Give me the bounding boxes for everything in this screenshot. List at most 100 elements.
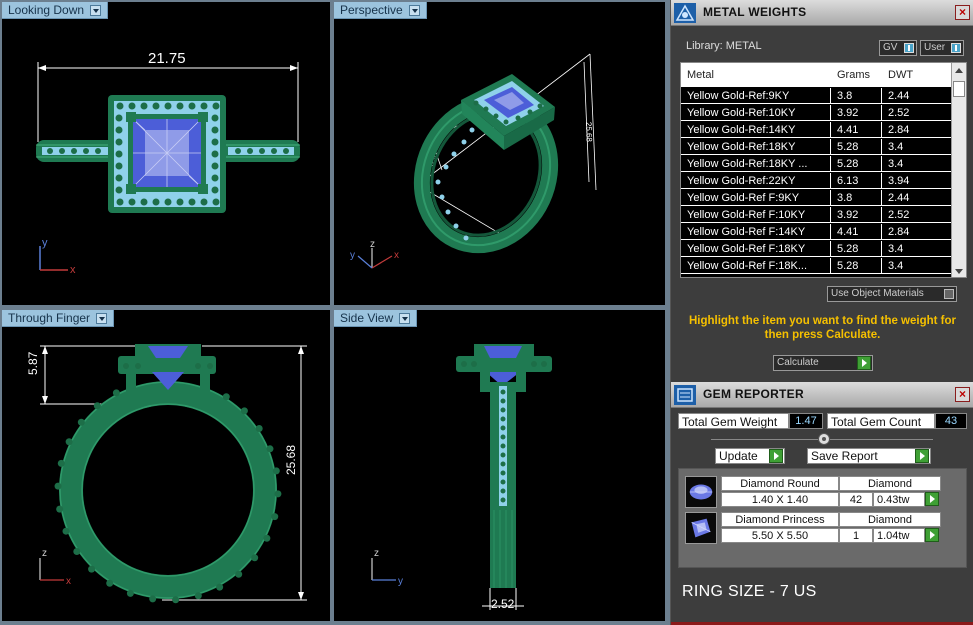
cell-grams: 5.28 [831,139,882,155]
gem-size: 5.50 X 5.50 [721,528,839,543]
gem-count: 1 [839,528,873,543]
scroll-up-icon[interactable] [955,68,963,73]
table-row[interactable]: Yellow Gold-Ref F:18KY 5.28 3.4 [681,241,952,258]
viewport-side-view[interactable]: 2.52 z y Side View [334,310,665,621]
front-axis-x-label: x [66,576,71,587]
column-header-dwt: DWT [888,69,914,81]
table-row[interactable]: Yellow Gold-Ref:14KY 4.41 2.84 [681,122,952,139]
viewport-tab-perspective[interactable]: Perspective [334,2,427,19]
table-row[interactable]: Yellow Gold-Ref:22KY 6.13 3.94 [681,173,952,190]
front-view-drawing: 5.87 25.68 z x [26,344,307,604]
cell-dwt: 2.44 [882,88,952,104]
cell-grams: 3.92 [831,105,882,121]
close-icon[interactable]: × [955,5,970,20]
cell-metal: Yellow Gold-Ref F:18K... [681,258,831,274]
panel-title: GEM REPORTER [703,387,804,401]
viewport-through-finger[interactable]: 5.87 25.68 z x Through Finger [2,310,330,621]
close-icon[interactable]: × [955,387,970,402]
cell-grams: 5.28 [831,156,882,172]
gem-reporter-titlebar: GEM REPORTER × [671,382,973,408]
scroll-down-icon[interactable] [955,269,963,274]
cell-grams: 5.28 [831,241,882,257]
play-arrow-icon [769,449,783,463]
cell-grams: 4.41 [831,122,882,138]
app-window: 21.75 y x Looking Down 25.68 6.91 z x y … [0,0,973,625]
viewport-tab-looking-down[interactable]: Looking Down [2,2,109,19]
cell-metal: Yellow Gold-Ref:14KY [681,122,831,138]
cell-dwt: 3.4 [882,156,952,172]
viewport-tab-through-finger[interactable]: Through Finger [2,310,115,327]
front-dim-total-label: 25.68 [284,445,298,475]
slider-knob[interactable] [818,433,830,445]
checkbox-icon [944,289,954,299]
viewport-looking-down[interactable]: 21.75 y x Looking Down [2,2,330,305]
round-diamond-icon [685,476,717,508]
table-scrollbar[interactable] [951,63,966,277]
play-arrow-icon[interactable] [925,528,939,542]
calculate-hint: Highlight the item you want to find the … [688,315,957,341]
gem-size: 1.40 X 1.40 [721,492,839,507]
viewport-tab-side-view[interactable]: Side View [334,310,418,327]
cell-dwt: 3.4 [882,258,952,274]
total-gem-weight-value: 1.47 [789,413,823,429]
use-object-materials-toggle[interactable]: Use Object Materials [827,286,957,302]
cell-grams: 3.92 [831,207,882,223]
gem-row[interactable]: Diamond Round Diamond 1.40 X 1.40 42 0.4… [685,476,941,508]
chevron-down-icon[interactable] [408,4,420,16]
table-row[interactable]: Yellow Gold-Ref F:18K... 5.28 3.4 [681,258,952,275]
gem-row[interactable]: Diamond Princess Diamond 5.50 X 5.50 1 1… [685,512,941,544]
cell-grams: 3.8 [831,88,882,104]
cell-metal: Yellow Gold-Ref:18KY [681,139,831,155]
table-row[interactable]: Yellow Gold-Ref:18KY ... 5.28 3.4 [681,156,952,173]
toggle-icon [951,43,961,53]
princess-diamond-icon [685,512,717,544]
total-gem-weight-label: Total Gem Weight [678,413,789,429]
gem-name: Diamond Princess [721,512,839,527]
metal-weights-titlebar: METAL WEIGHTS × [671,0,973,26]
cell-metal: Yellow Gold-Ref F:14KY [681,224,831,240]
persp-axis-y-label: y [350,250,355,261]
top-axis-x-label: x [70,264,76,276]
metal-weights-logo-icon [674,3,696,23]
top-dim-label: 21.75 [148,50,186,67]
chevron-down-icon[interactable] [96,312,108,324]
calculate-button[interactable]: Calculate [773,355,873,371]
gem-type: Diamond [839,512,941,527]
cell-metal: Yellow Gold-Ref F:10KY [681,207,831,223]
front-dim-height-label: 5.87 [26,351,40,375]
play-arrow-icon[interactable] [925,492,939,506]
table-row[interactable]: Yellow Gold-Ref:10KY 3.92 2.52 [681,105,952,122]
cell-dwt: 3.4 [882,139,952,155]
table-row[interactable]: Yellow Gold-Ref F:14KY 4.41 2.84 [681,224,952,241]
table-row[interactable]: Yellow Gold-Ref F:10KY 3.92 2.52 [681,207,952,224]
user-label: User [924,42,946,53]
gv-label: GV [883,42,898,53]
cell-metal: Yellow Gold-Ref F:18KY [681,241,831,257]
table-row[interactable]: Yellow Gold-Ref:9KY 3.8 2.44 [681,88,952,105]
table-row[interactable]: Yellow Gold-Ref F:9KY 3.8 2.44 [681,190,952,207]
panel-title: METAL WEIGHTS [703,5,807,19]
persp-axis-x-label: x [394,250,399,261]
gem-name: Diamond Round [721,476,839,491]
column-header-metal: Metal [687,69,714,81]
chevron-down-icon[interactable] [90,4,102,16]
gv-toggle[interactable]: GV [879,40,917,56]
calculate-label: Calculate [777,357,819,368]
viewport-title: Looking Down [8,2,85,17]
persp-axis-z-label: z [370,239,375,250]
viewport-perspective[interactable]: 25.68 6.91 z x y Perspective [334,2,665,305]
side-view-drawing: 2.52 z y [371,344,552,611]
play-arrow-icon [857,356,871,370]
update-button[interactable]: Update [715,448,785,464]
chevron-down-icon[interactable] [399,312,411,324]
scroll-thumb[interactable] [953,81,965,97]
table-row[interactable]: Yellow Gold-Ref:18KY 5.28 3.4 [681,139,952,156]
metal-weights-table[interactable]: Metal Grams DWT Yellow Gold-Ref:9KY 3.8 2.… [680,62,967,278]
cell-dwt: 2.84 [882,122,952,138]
save-report-button[interactable]: Save Report [807,448,931,464]
user-toggle[interactable]: User [920,40,964,56]
total-gem-count-value: 43 [935,413,967,429]
side-axis-y-label: y [398,576,403,587]
top-axis-y-label: y [42,237,48,249]
total-gem-count-label: Total Gem Count [827,413,935,429]
